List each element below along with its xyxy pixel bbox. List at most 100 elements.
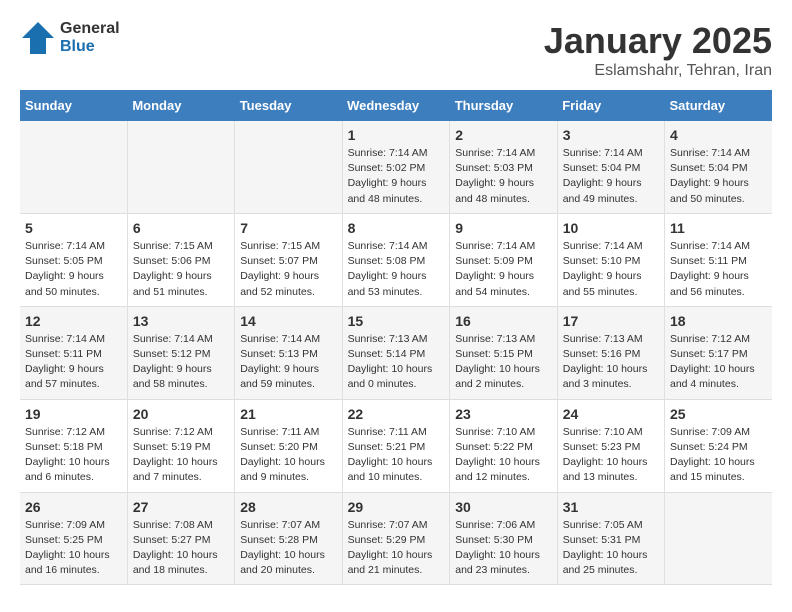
calendar-cell: 13Sunrise: 7:14 AM Sunset: 5:12 PM Dayli… (127, 306, 234, 399)
calendar-cell: 21 Sunrise: 7:11 AM Sunset: 5:20 PM Dayli… (235, 399, 342, 492)
calendar-cell: 3Sunrise: 7:14 AM Sunset: 5:04 PM Daylig… (557, 121, 664, 213)
day-number: 15 (348, 313, 445, 329)
day-info: Sunrise: 7:14 AM Sunset: 5:02 PM Dayligh… (348, 146, 445, 207)
calendar-cell: 4Sunrise: 7:14 AM Sunset: 5:04 PM Daylig… (664, 121, 772, 213)
page-header: General Blue January 2025 Eslamshahr, Te… (20, 20, 772, 80)
day-number: 22 (348, 406, 445, 422)
day-info: Sunrise: 7:09 AM Sunset: 5:25 PM Dayligh… (25, 518, 122, 579)
calendar-cell: 25Sunrise: 7:09 AM Sunset: 5:24 PM Dayli… (664, 399, 772, 492)
day-number: 4 (670, 127, 767, 143)
day-number: 5 (25, 220, 122, 236)
calendar-cell: 2 Sunrise: 7:14 AM Sunset: 5:03 PM Daylig… (450, 121, 557, 213)
calendar-cell: 20 Sunrise: 7:12 AM Sunset: 5:19 PM Dayli… (127, 399, 234, 492)
day-number: 7 (240, 220, 336, 236)
month-title: January 2025 (544, 20, 772, 62)
day-number: 14 (240, 313, 336, 329)
day-number: 27 (133, 499, 229, 515)
calendar-cell: 1 Sunrise: 7:14 AM Sunset: 5:02 PM Daylig… (342, 121, 450, 213)
logo-general-text: General (60, 20, 120, 38)
day-info: Sunrise: 7:06 AM Sunset: 5:30 PM Dayligh… (455, 518, 551, 579)
weekday-header-monday: Monday (127, 90, 234, 121)
day-number: 12 (25, 313, 122, 329)
calendar-cell: 27Sunrise: 7:08 AM Sunset: 5:27 PM Dayli… (127, 492, 234, 585)
calendar-cell: 15 Sunrise: 7:13 AM Sunset: 5:14 PM Dayli… (342, 306, 450, 399)
weekday-header-tuesday: Tuesday (235, 90, 342, 121)
day-number: 3 (563, 127, 659, 143)
calendar-cell: 31 Sunrise: 7:05 AM Sunset: 5:31 PM Dayli… (557, 492, 664, 585)
day-info: Sunrise: 7:13 AM Sunset: 5:16 PM Dayligh… (563, 332, 659, 393)
day-number: 20 (133, 406, 229, 422)
title-block: January 2025 Eslamshahr, Tehran, Iran (544, 20, 772, 80)
day-info: Sunrise: 7:13 AM Sunset: 5:14 PM Dayligh… (348, 332, 445, 393)
calendar-cell: 12 Sunrise: 7:14 AM Sunset: 5:11 PM Dayli… (20, 306, 127, 399)
logo-blue-text: Blue (60, 38, 120, 56)
day-number: 24 (563, 406, 659, 422)
day-info: Sunrise: 7:14 AM Sunset: 5:05 PM Dayligh… (25, 239, 122, 300)
day-info: Sunrise: 7:14 AM Sunset: 5:08 PM Dayligh… (348, 239, 445, 300)
day-number: 11 (670, 220, 767, 236)
calendar-cell: 23Sunrise: 7:10 AM Sunset: 5:22 PM Dayli… (450, 399, 557, 492)
calendar-cell: 14 Sunrise: 7:14 AM Sunset: 5:13 PM Dayli… (235, 306, 342, 399)
calendar-week-row: 5 Sunrise: 7:14 AM Sunset: 5:05 PM Daylig… (20, 213, 772, 306)
calendar-cell: 16 Sunrise: 7:13 AM Sunset: 5:15 PM Dayli… (450, 306, 557, 399)
calendar-cell (127, 121, 234, 213)
day-info: Sunrise: 7:09 AM Sunset: 5:24 PM Dayligh… (670, 425, 767, 486)
day-info: Sunrise: 7:10 AM Sunset: 5:23 PM Dayligh… (563, 425, 659, 486)
calendar-week-row: 1 Sunrise: 7:14 AM Sunset: 5:02 PM Daylig… (20, 121, 772, 213)
calendar-cell: 26 Sunrise: 7:09 AM Sunset: 5:25 PM Dayli… (20, 492, 127, 585)
day-number: 6 (133, 220, 229, 236)
day-number: 31 (563, 499, 659, 515)
calendar-week-row: 19Sunrise: 7:12 AM Sunset: 5:18 PM Dayli… (20, 399, 772, 492)
day-info: Sunrise: 7:07 AM Sunset: 5:28 PM Dayligh… (240, 518, 336, 579)
day-number: 29 (348, 499, 445, 515)
weekday-header-friday: Friday (557, 90, 664, 121)
logo-icon (20, 20, 56, 56)
calendar-cell: 9 Sunrise: 7:14 AM Sunset: 5:09 PM Daylig… (450, 213, 557, 306)
calendar-cell: 19Sunrise: 7:12 AM Sunset: 5:18 PM Dayli… (20, 399, 127, 492)
day-info: Sunrise: 7:07 AM Sunset: 5:29 PM Dayligh… (348, 518, 445, 579)
day-info: Sunrise: 7:15 AM Sunset: 5:06 PM Dayligh… (133, 239, 229, 300)
day-number: 18 (670, 313, 767, 329)
weekday-header-thursday: Thursday (450, 90, 557, 121)
day-number: 28 (240, 499, 336, 515)
day-number: 26 (25, 499, 122, 515)
logo: General Blue (20, 20, 120, 56)
day-number: 21 (240, 406, 336, 422)
day-info: Sunrise: 7:11 AM Sunset: 5:21 PM Dayligh… (348, 425, 445, 486)
day-number: 1 (348, 127, 445, 143)
calendar-cell: 7 Sunrise: 7:15 AM Sunset: 5:07 PM Daylig… (235, 213, 342, 306)
calendar-cell: 11 Sunrise: 7:14 AM Sunset: 5:11 PM Dayli… (664, 213, 772, 306)
day-info: Sunrise: 7:11 AM Sunset: 5:20 PM Dayligh… (240, 425, 336, 486)
day-info: Sunrise: 7:13 AM Sunset: 5:15 PM Dayligh… (455, 332, 551, 393)
day-info: Sunrise: 7:14 AM Sunset: 5:09 PM Dayligh… (455, 239, 551, 300)
weekday-header-wednesday: Wednesday (342, 90, 450, 121)
day-number: 16 (455, 313, 551, 329)
calendar-cell (20, 121, 127, 213)
day-number: 2 (455, 127, 551, 143)
day-info: Sunrise: 7:12 AM Sunset: 5:19 PM Dayligh… (133, 425, 229, 486)
calendar-cell: 30Sunrise: 7:06 AM Sunset: 5:30 PM Dayli… (450, 492, 557, 585)
calendar-cell: 28 Sunrise: 7:07 AM Sunset: 5:28 PM Dayli… (235, 492, 342, 585)
day-number: 8 (348, 220, 445, 236)
calendar-cell: 17 Sunrise: 7:13 AM Sunset: 5:16 PM Dayli… (557, 306, 664, 399)
day-number: 17 (563, 313, 659, 329)
day-info: Sunrise: 7:14 AM Sunset: 5:11 PM Dayligh… (670, 239, 767, 300)
day-number: 10 (563, 220, 659, 236)
calendar-cell: 8 Sunrise: 7:14 AM Sunset: 5:08 PM Daylig… (342, 213, 450, 306)
calendar-week-row: 12 Sunrise: 7:14 AM Sunset: 5:11 PM Dayli… (20, 306, 772, 399)
day-number: 23 (455, 406, 551, 422)
calendar-cell (235, 121, 342, 213)
weekday-header-row: SundayMondayTuesdayWednesdayThursdayFrid… (20, 90, 772, 121)
day-number: 19 (25, 406, 122, 422)
day-info: Sunrise: 7:12 AM Sunset: 5:17 PM Dayligh… (670, 332, 767, 393)
day-info: Sunrise: 7:05 AM Sunset: 5:31 PM Dayligh… (563, 518, 659, 579)
day-info: Sunrise: 7:14 AM Sunset: 5:11 PM Dayligh… (25, 332, 122, 393)
calendar-cell: 10 Sunrise: 7:14 AM Sunset: 5:10 PM Dayli… (557, 213, 664, 306)
day-number: 13 (133, 313, 229, 329)
day-info: Sunrise: 7:14 AM Sunset: 5:13 PM Dayligh… (240, 332, 336, 393)
calendar-cell: 5 Sunrise: 7:14 AM Sunset: 5:05 PM Daylig… (20, 213, 127, 306)
day-info: Sunrise: 7:14 AM Sunset: 5:03 PM Dayligh… (455, 146, 551, 207)
day-number: 9 (455, 220, 551, 236)
day-info: Sunrise: 7:15 AM Sunset: 5:07 PM Dayligh… (240, 239, 336, 300)
day-info: Sunrise: 7:14 AM Sunset: 5:10 PM Dayligh… (563, 239, 659, 300)
